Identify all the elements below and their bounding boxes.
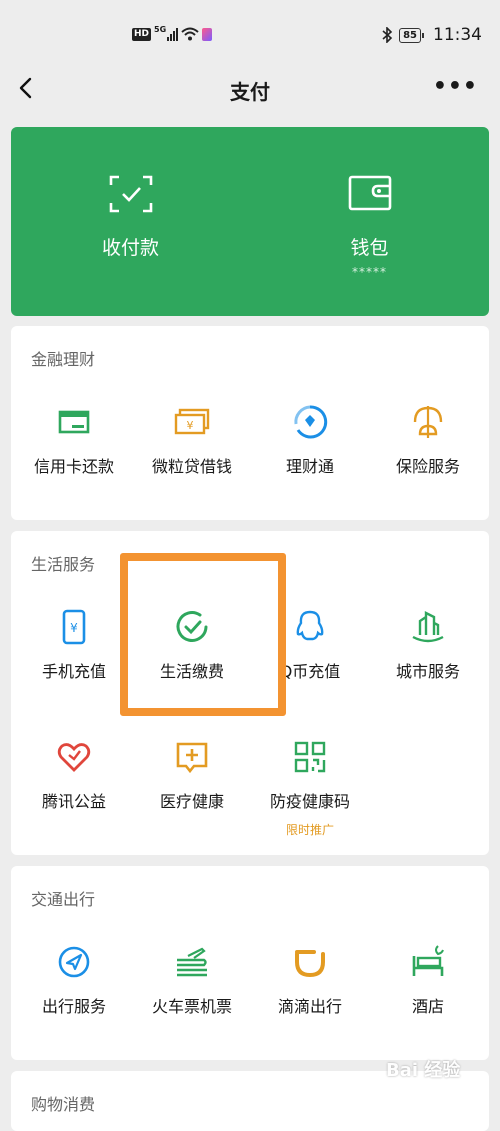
insurance-umbrella-icon <box>413 406 443 438</box>
city-building-icon <box>412 611 444 643</box>
transport-section: 交通出行 出行服务 火车票机票 滴滴出行 酒店 <box>11 866 489 1060</box>
qq-penguin-icon <box>296 610 324 641</box>
item-label: 腾讯公益 <box>41 792 106 811</box>
finance-section-title: 金融理财 <box>31 350 96 369</box>
nav-bar: 支付 ••• <box>0 66 500 112</box>
item-label: 城市服务 <box>395 662 460 681</box>
item-label: 保险服务 <box>395 457 460 476</box>
travel-services-item[interactable]: 出行服务 <box>14 944 134 1044</box>
city-services-item[interactable]: 城市服务 <box>368 609 488 709</box>
wallet-balance-masked: ***** <box>352 265 387 279</box>
item-label: Q币充值 <box>279 662 341 681</box>
wealth-icon <box>294 405 328 439</box>
hd-badge: HD <box>132 27 152 41</box>
shopping-section-title: 购物消费 <box>31 1095 96 1114</box>
item-label: 出行服务 <box>41 997 106 1016</box>
receive-pay-button[interactable]: 收付款 <box>11 127 250 316</box>
item-label: 生活缴费 <box>159 662 224 681</box>
hotel-item[interactable]: 酒店 <box>368 944 488 1044</box>
wallet-card: 收付款 钱包 ***** <box>11 127 489 316</box>
didi-item[interactable]: 滴滴出行 <box>250 944 370 1044</box>
loan-cash-icon: ¥ <box>174 408 210 435</box>
wallet-icon <box>348 175 391 211</box>
promo-badge: 限时推广 <box>285 823 334 837</box>
utility-bill-icon <box>176 611 208 642</box>
network-type: 5G <box>154 24 167 34</box>
train-flight-tickets-item[interactable]: 火车票机票 <box>132 944 252 1044</box>
life-services-section: 生活服务 ¥ 手机充值 生活缴费 Q币充值 城市服务 腾讯公益 医疗健康 防疫健… <box>11 531 489 855</box>
notification-icon <box>202 27 213 41</box>
item-label: 防疫健康码 <box>269 792 350 811</box>
weilidai-loan-item[interactable]: ¥ 微粒贷借钱 <box>132 404 252 504</box>
health-qr-code-icon <box>294 741 326 773</box>
finance-section: 金融理财 信用卡还款 ¥ 微粒贷借钱 理财通 保险服务 <box>11 326 489 520</box>
status-left: HD 5G <box>132 24 213 41</box>
item-label: 理财通 <box>285 457 334 476</box>
page-title: 支付 <box>230 80 270 104</box>
medical-plus-icon <box>176 742 208 774</box>
signal-icon <box>167 27 179 41</box>
bluetooth-icon <box>382 27 393 43</box>
navigation-icon <box>58 946 90 978</box>
item-label: 酒店 <box>411 997 444 1016</box>
hotel-bed-icon <box>412 945 444 976</box>
scan-check-icon <box>109 175 152 213</box>
watermark: Bai 经验 <box>386 1060 461 1081</box>
credit-card-icon <box>58 410 90 434</box>
clock: 11:34 <box>433 25 482 45</box>
more-button[interactable]: ••• <box>433 74 478 99</box>
q-coin-topup-item[interactable]: Q币充值 <box>250 609 370 709</box>
wallet-button[interactable]: 钱包 ***** <box>250 127 489 316</box>
item-label: 信用卡还款 <box>33 457 114 476</box>
train-plane-icon <box>177 947 207 977</box>
didi-icon <box>295 950 325 978</box>
charity-heart-icon <box>57 743 91 772</box>
item-label: 火车票机票 <box>151 997 232 1016</box>
phone-topup-item[interactable]: ¥ 手机充值 <box>14 609 134 709</box>
status-right: 85 11:34 <box>381 25 482 45</box>
life-section-title: 生活服务 <box>31 555 96 574</box>
tencent-charity-item[interactable]: 腾讯公益 <box>14 739 134 839</box>
transport-section-title: 交通出行 <box>31 890 96 909</box>
credit-card-repay-item[interactable]: 信用卡还款 <box>14 404 134 504</box>
svg-text:¥: ¥ <box>70 621 78 635</box>
battery-icon: 85 <box>399 27 424 43</box>
phone-topup-icon: ¥ <box>62 609 86 645</box>
item-label: 微粒贷借钱 <box>151 457 232 476</box>
wallet-label: 钱包 <box>350 237 389 259</box>
item-label: 滴滴出行 <box>277 997 342 1016</box>
medical-health-item[interactable]: 医疗健康 <box>132 739 252 839</box>
receive-pay-label: 收付款 <box>101 237 159 259</box>
item-label: 医疗健康 <box>159 792 224 811</box>
utility-bill-item[interactable]: 生活缴费 <box>132 609 252 709</box>
item-label: 手机充值 <box>41 662 106 681</box>
svg-text:¥: ¥ <box>187 419 194 432</box>
insurance-item[interactable]: 保险服务 <box>368 404 488 504</box>
health-code-item[interactable]: 防疫健康码 限时推广 <box>250 739 370 839</box>
wifi-icon <box>181 27 199 41</box>
status-bar: HD 5G 85 11:34 <box>0 0 500 66</box>
licaitong-item[interactable]: 理财通 <box>250 404 370 504</box>
